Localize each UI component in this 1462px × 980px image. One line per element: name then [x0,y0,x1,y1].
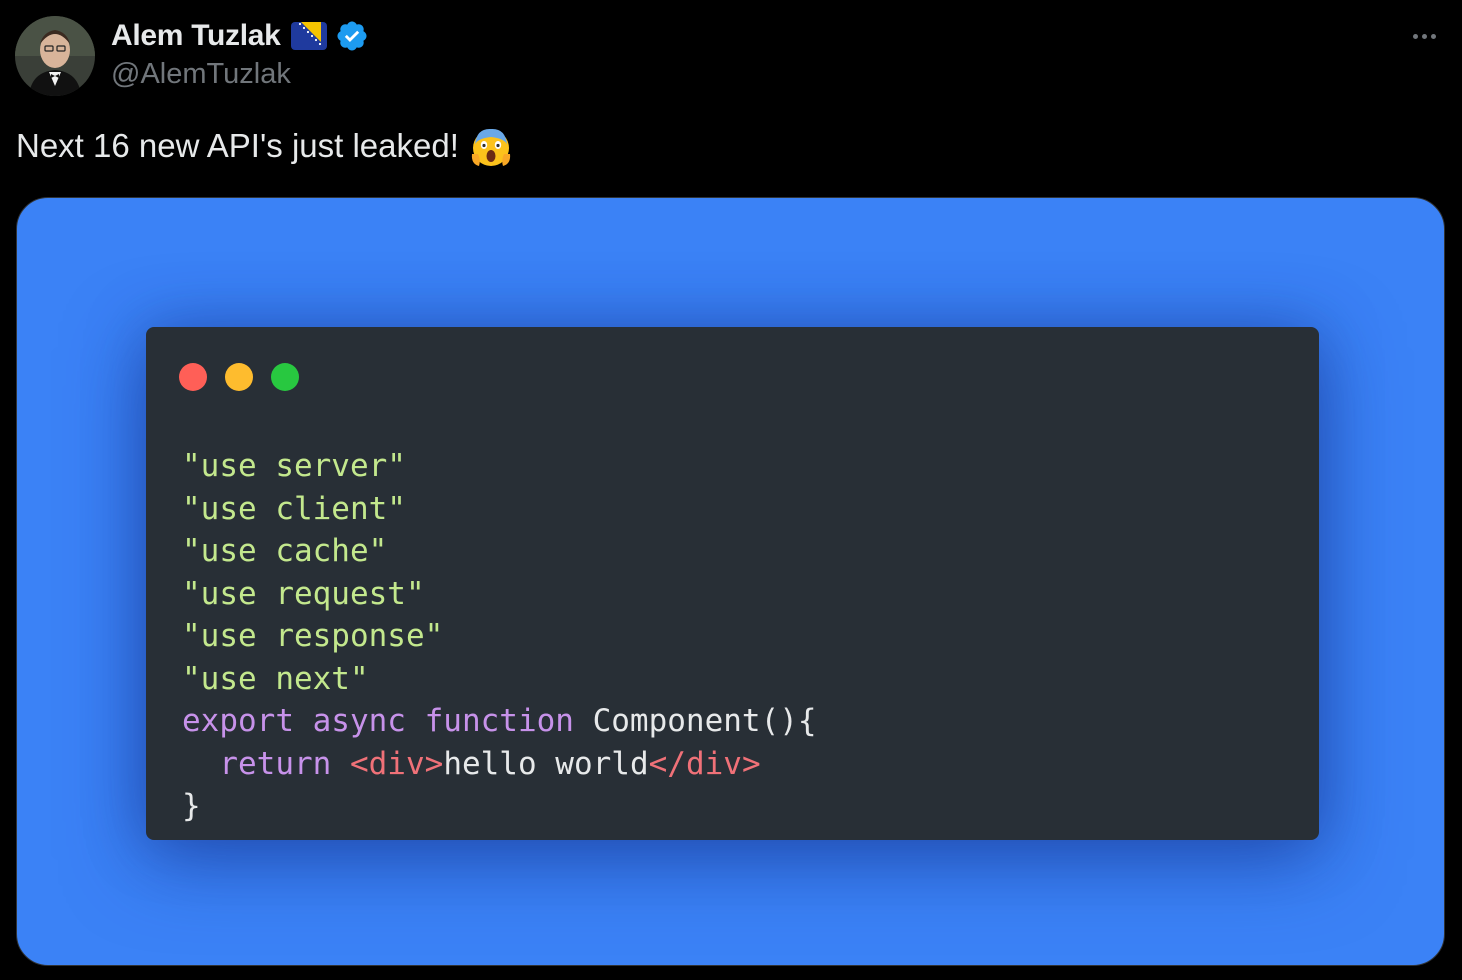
code-token: "use client" [182,490,406,527]
bosnia-herzegovina-flag-icon [290,22,327,50]
code-token: </div> [648,745,761,782]
code-block: "use server" "use client" "use cache" "use … [182,445,817,828]
author-handle[interactable]: @AlemTuzlak [111,58,291,91]
window-controls [179,363,299,391]
tweet-text-row: Next 16 new API's just leaked! [16,124,513,168]
tweet: Alem Tuzlak @AlemTuzlak Next 16 new API'… [0,0,1462,980]
code-token: hello world [443,745,649,782]
author-name-row: Alem Tuzlak [111,16,369,56]
code-line: "use cache" [182,530,817,573]
more-dot [1412,33,1418,39]
code-token: "use cache" [182,533,388,569]
code-line: "use request" [182,573,817,616]
code-token: "use server" [182,448,406,484]
code-token: "use request" [182,575,425,612]
tweet-media-image[interactable]: "use server" "use client" "use cache" "use … [16,197,1445,966]
avatar[interactable] [15,16,95,96]
code-token: "use next" [182,660,369,697]
code-line: } [182,785,817,828]
code-line: "use response" [182,615,817,658]
author-display-name[interactable]: Alem Tuzlak [111,19,281,53]
face-screaming-in-fear-emoji [469,124,513,168]
verified-badge-icon[interactable] [335,19,369,53]
code-token: return [182,745,350,782]
close-dot-icon [179,363,207,391]
more-dot [1421,33,1427,39]
more-horizontal-icon[interactable] [1404,22,1444,50]
maximize-dot-icon [271,363,299,391]
more-dot [1430,33,1436,39]
code-line: "use next" [182,658,817,701]
code-line: return <div>hello world</div> [182,743,817,786]
code-line: export async function Component(){ [182,700,817,743]
code-token: "use response" [182,618,444,654]
code-line: "use server" [182,445,817,488]
tweet-text: Next 16 new API's just leaked! [16,127,459,164]
code-token: } [182,788,201,824]
minimize-dot-icon [225,363,253,391]
code-token: export async function [182,703,574,739]
code-line: "use client" [182,488,817,531]
code-token: Component(){ [573,703,817,739]
avatar-image [15,16,95,96]
code-token: <div> [349,745,444,782]
code-window: "use server" "use client" "use cache" "use … [146,327,1319,840]
